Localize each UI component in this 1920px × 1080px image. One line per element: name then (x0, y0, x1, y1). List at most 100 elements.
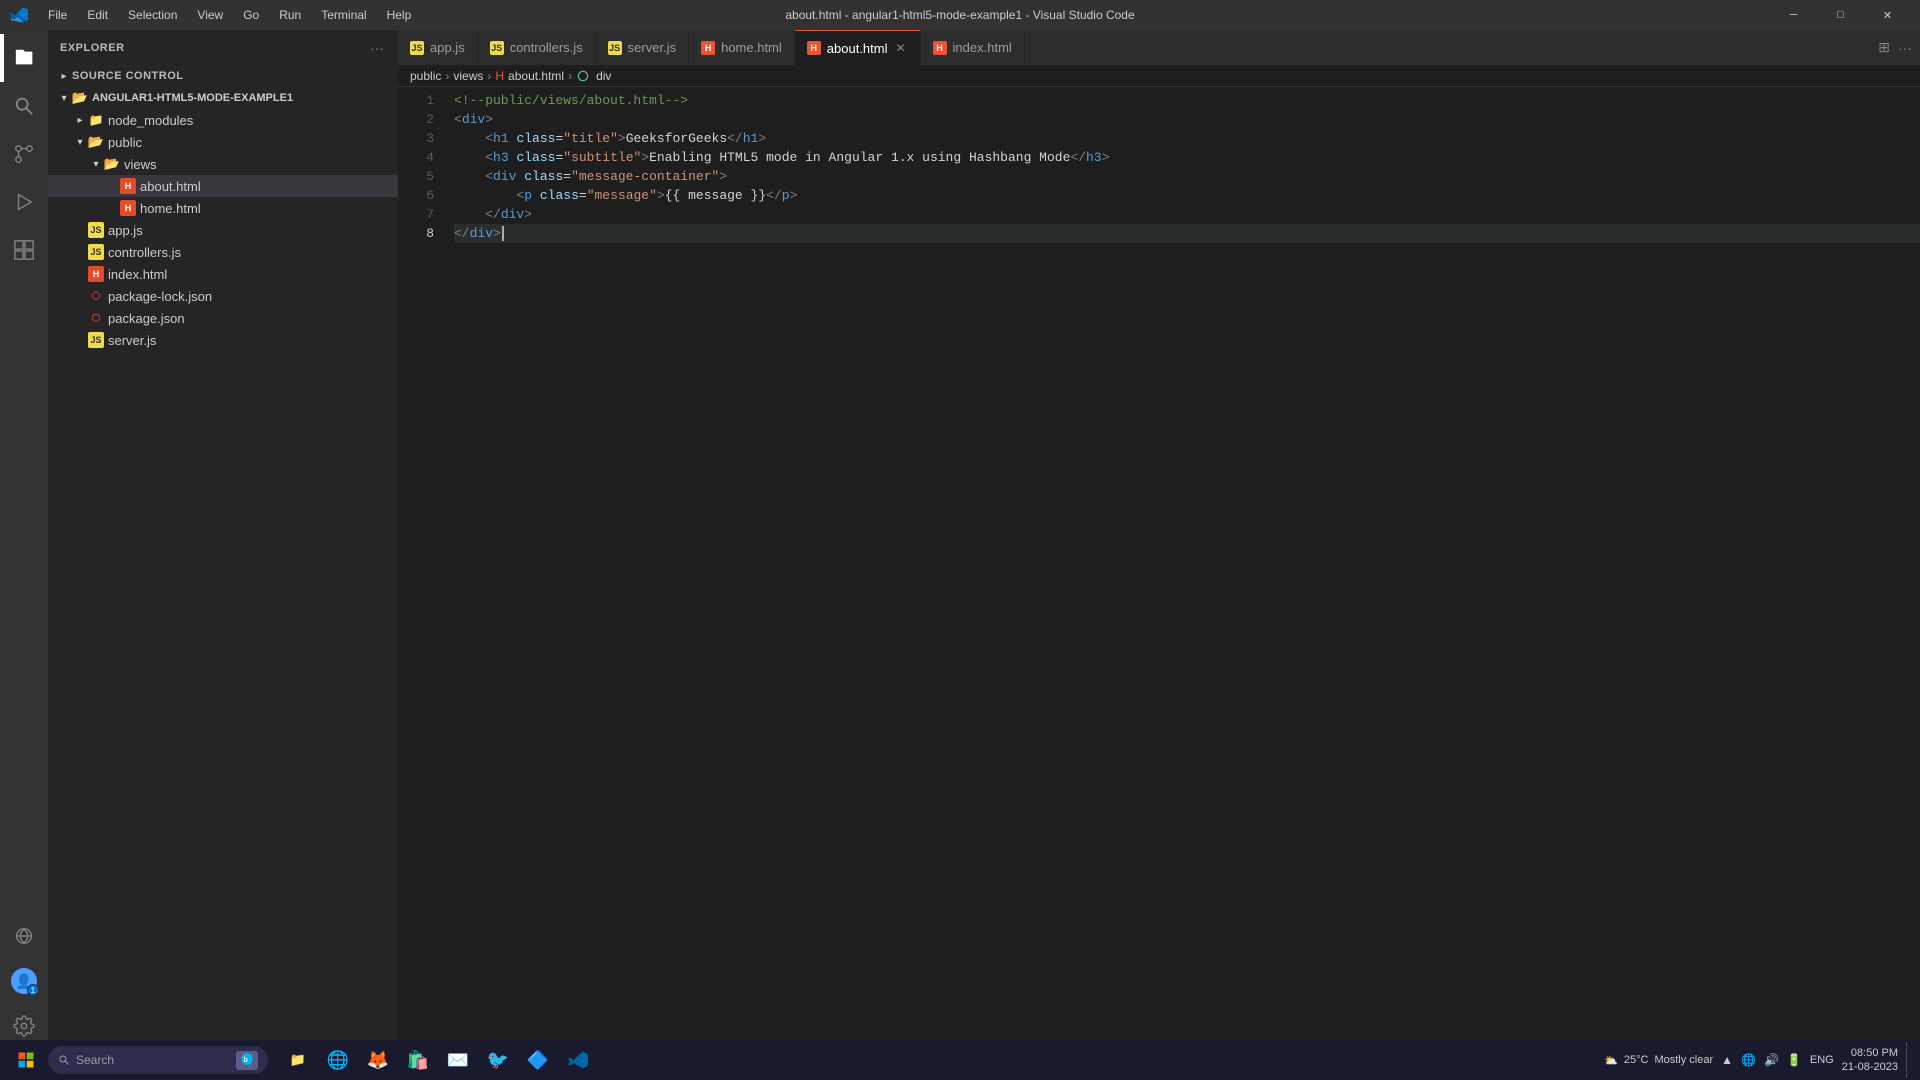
server-js-item[interactable]: JS server.js (48, 329, 398, 351)
activity-explorer-icon[interactable] (0, 34, 48, 82)
network-icon[interactable]: 🌐 (1741, 1053, 1756, 1067)
taskbar: Search b 📁 🌐 🦊 🛍️ ✉️ 🐦 🔷 ⛅ 25°C Mostly c… (0, 1040, 1920, 1080)
views-label: views (124, 157, 398, 172)
tray-icon-1[interactable]: ▲ (1721, 1053, 1733, 1067)
taskbar-show-desktop[interactable] (1906, 1042, 1912, 1078)
tab-home-html-label: home.html (721, 40, 782, 55)
public-folder-item[interactable]: 📂 public (48, 131, 398, 153)
breadcrumb: public › views › H about.html › div (398, 65, 1920, 87)
code-tag-open-2: < (454, 110, 462, 129)
about-html-item[interactable]: H about.html (48, 175, 398, 197)
taskbar-lang: ENG (1810, 1054, 1834, 1066)
code-line-4: <h3 class="subtitle">Enabling HTML5 mode… (454, 148, 1920, 167)
taskbar-browser2[interactable]: 🦊 (360, 1042, 396, 1078)
tab-home-html[interactable]: H home.html (689, 30, 795, 65)
menu-view[interactable]: View (189, 6, 231, 24)
breadcrumb-public[interactable]: public (410, 69, 441, 83)
app-js-item[interactable]: JS app.js (48, 219, 398, 241)
tab-controllers-js[interactable]: JS controllers.js (478, 30, 596, 65)
taskbar-search[interactable]: Search b (48, 1046, 268, 1074)
account-icon[interactable]: 👤 1 (11, 968, 37, 994)
taskbar-browser1[interactable]: 🌐 (320, 1042, 356, 1078)
taskbar-mail[interactable]: ✉️ (440, 1042, 476, 1078)
more-actions-icon[interactable]: ··· (1898, 40, 1912, 56)
menu-edit[interactable]: Edit (79, 6, 116, 24)
battery-icon[interactable]: 🔋 (1787, 1053, 1802, 1067)
taskbar-fileexplorer[interactable]: 📁 (280, 1042, 316, 1078)
taskbar-vscode[interactable] (560, 1042, 596, 1078)
menu-bar: File Edit Selection View Go Run Terminal… (40, 6, 419, 24)
tab-server-js[interactable]: JS server.js (596, 30, 689, 65)
taskbar-date: 21-08-2023 (1842, 1060, 1898, 1074)
menu-run[interactable]: Run (271, 6, 309, 24)
activity-remote-icon[interactable] (0, 912, 48, 960)
tab-about-html-label: about.html (827, 41, 888, 56)
language-label[interactable]: ENG (1810, 1054, 1834, 1066)
package-json-icon: ⬡ (88, 310, 104, 326)
node-modules-chevron (72, 112, 88, 128)
maximize-button[interactable]: □ (1818, 0, 1863, 30)
taskbar-clock[interactable]: 08:50 PM 21-08-2023 (1842, 1046, 1898, 1075)
activity-search-icon[interactable] (0, 82, 48, 130)
tab-app-js[interactable]: JS app.js (398, 30, 478, 65)
menu-terminal[interactable]: Terminal (313, 6, 374, 24)
vscode-logo-icon (10, 6, 28, 24)
close-button[interactable]: ✕ (1865, 0, 1910, 30)
taskbar-store[interactable]: 🛍️ (400, 1042, 436, 1078)
source-control-chevron (56, 68, 72, 84)
sidebar-more-button[interactable]: ··· (368, 38, 386, 58)
tab-server-js-icon: JS (608, 41, 622, 55)
home-html-item[interactable]: H home.html (48, 197, 398, 219)
package-lock-item[interactable]: ⬡ package-lock.json (48, 285, 398, 307)
menu-file[interactable]: File (40, 6, 75, 24)
activity-source-control-icon[interactable] (0, 130, 48, 178)
taskbar-app1[interactable]: 🐦 (480, 1042, 516, 1078)
line-num-2: 2 (398, 110, 434, 129)
activity-debug-icon[interactable] (0, 178, 48, 226)
minimize-button[interactable]: ─ (1771, 0, 1816, 30)
views-folder-icon: 📂 (104, 156, 120, 172)
source-control-label: SOURCE CONTROL (72, 70, 390, 82)
taskbar-app2[interactable]: 🔷 (520, 1042, 556, 1078)
node-modules-item[interactable]: 📁 node_modules (48, 109, 398, 131)
code-tagname-2: div (462, 110, 485, 129)
app-js-icon: JS (88, 222, 104, 238)
source-control-section[interactable]: SOURCE CONTROL (48, 65, 398, 87)
menu-help[interactable]: Help (379, 6, 420, 24)
package-json-item[interactable]: ⬡ package.json (48, 307, 398, 329)
menu-go[interactable]: Go (235, 6, 267, 24)
volume-icon[interactable]: 🔊 (1764, 1053, 1779, 1067)
breadcrumb-div[interactable]: div (596, 69, 611, 83)
menu-selection[interactable]: Selection (120, 6, 185, 24)
activity-bar: 👤 1 (0, 30, 48, 1058)
breadcrumb-about-html[interactable]: about.html (508, 69, 564, 83)
controllers-js-item[interactable]: JS controllers.js (48, 241, 398, 263)
project-name-label: ANGULAR1-HTML5-MODE-EXAMPLE1 (92, 92, 398, 104)
views-folder-item[interactable]: 📂 views (48, 153, 398, 175)
taskbar-start-button[interactable] (8, 1042, 44, 1078)
taskbar-apps: 📁 🌐 🦊 🛍️ ✉️ 🐦 🔷 (280, 1042, 596, 1078)
project-chevron (56, 90, 72, 106)
split-editor-icon[interactable]: ⊞ (1878, 39, 1890, 56)
code-area[interactable]: <!--public/views/about.html--> <div> <h1… (446, 87, 1920, 1058)
activity-extensions-icon[interactable] (0, 226, 48, 274)
index-html-item[interactable]: H index.html (48, 263, 398, 285)
project-root[interactable]: 📂 ANGULAR1-HTML5-MODE-EXAMPLE1 (48, 87, 398, 109)
code-comment-1: <!--public/views/about.html--> (454, 91, 688, 110)
node-modules-label: node_modules (108, 113, 398, 128)
sidebar: EXPLORER ··· SOURCE CONTROL 📂 ANGULAR1-H… (48, 30, 398, 1058)
editor-content[interactable]: 1 2 3 4 5 6 7 8 <!--public/views/about.h… (398, 87, 1920, 1058)
public-folder-icon: 📂 (88, 134, 104, 150)
index-html-icon: H (88, 266, 104, 282)
breadcrumb-div-icon (576, 69, 590, 83)
breadcrumb-sep-2: › (487, 69, 491, 83)
tab-about-html-icon: H (807, 41, 821, 55)
tab-home-html-icon: H (701, 41, 715, 55)
tab-about-html-close[interactable]: ✕ (893, 39, 907, 57)
tab-index-html[interactable]: H index.html (921, 30, 1025, 65)
breadcrumb-views[interactable]: views (453, 69, 483, 83)
public-chevron (72, 134, 88, 150)
tab-about-html[interactable]: H about.html ✕ (795, 30, 921, 65)
title-bar-left: File Edit Selection View Go Run Terminal… (10, 6, 419, 24)
tab-index-html-icon: H (933, 41, 947, 55)
